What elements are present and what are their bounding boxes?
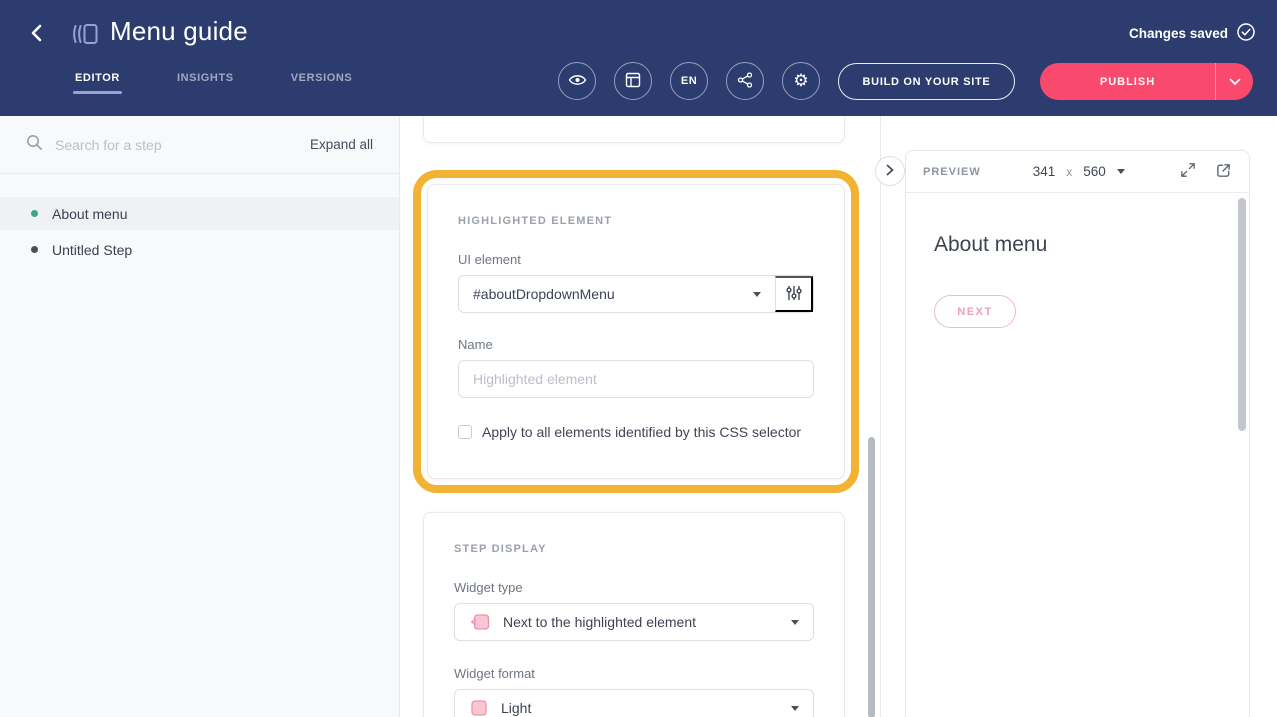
open-in-new-window-button[interactable] xyxy=(1215,162,1232,182)
language-button[interactable]: EN xyxy=(670,62,708,100)
eye-icon xyxy=(568,73,587,90)
widget-type-label: Widget type xyxy=(454,580,814,595)
highlighted-element-card: HIGHLIGHTED ELEMENT UI element #aboutDro… xyxy=(427,184,845,479)
chevron-down-icon xyxy=(1229,73,1241,91)
chevron-left-icon xyxy=(29,23,45,46)
preview-next-button[interactable]: NEXT xyxy=(934,295,1016,328)
external-link-icon xyxy=(1215,162,1232,182)
tab-editor[interactable]: EDITOR xyxy=(75,72,120,94)
page-title: Menu guide xyxy=(110,16,248,47)
publish-split-button: PUBLISH xyxy=(1040,63,1253,100)
back-button[interactable] xyxy=(24,21,50,47)
highlighted-element-name-input[interactable] xyxy=(458,360,814,398)
tab-insights[interactable]: INSIGHTS xyxy=(177,72,234,94)
checkbox-unchecked[interactable] xyxy=(458,425,472,439)
step-search-row: Expand all xyxy=(0,116,399,174)
steps-list: About menu Untitled Step xyxy=(0,197,399,266)
preview-body: About menu NEXT xyxy=(906,193,1249,356)
step-display-card: STEP DISPLAY Widget type Next to the hig… xyxy=(423,512,845,717)
search-icon xyxy=(26,134,43,156)
changes-saved-label: Changes saved xyxy=(1129,26,1228,41)
steps-sidebar: Expand all About menu Untitled Step xyxy=(0,116,400,717)
language-label: EN xyxy=(681,75,697,87)
expand-preview-button[interactable] xyxy=(1180,162,1196,182)
changes-saved-status: Changes saved xyxy=(1129,22,1256,45)
widget-type-value: Next to the highlighted element xyxy=(503,614,791,630)
widget-format-icon xyxy=(469,698,489,717)
step-status-dot xyxy=(31,246,38,253)
layout-button[interactable] xyxy=(614,62,652,100)
publish-button[interactable]: PUBLISH xyxy=(1040,63,1215,100)
ui-element-select[interactable]: #aboutDropdownMenu xyxy=(459,276,775,312)
publish-dropdown-button[interactable] xyxy=(1216,63,1253,100)
widget-format-select[interactable]: Light xyxy=(454,689,814,717)
preview-height-value: 560 xyxy=(1083,164,1106,179)
step-item-about-menu[interactable]: About menu xyxy=(0,197,399,230)
header-icon-buttons: EN ⚙ xyxy=(558,62,820,100)
header-tabs: EDITOR INSIGHTS VERSIONS xyxy=(75,72,409,94)
editor-scrollbar-thumb[interactable] xyxy=(868,437,875,717)
chevron-right-icon xyxy=(886,164,894,179)
preview-step-title: About menu xyxy=(934,233,1221,257)
step-label: About menu xyxy=(52,206,128,222)
preview-eye-button[interactable] xyxy=(558,62,596,100)
ui-element-select-row: #aboutDropdownMenu xyxy=(458,275,814,313)
apply-to-all-label: Apply to all elements identified by this… xyxy=(482,424,801,440)
preview-size-separator: x xyxy=(1066,165,1072,179)
selector-settings-button[interactable] xyxy=(775,276,813,312)
sliders-icon xyxy=(785,284,803,305)
preview-header: PREVIEW 341 x 560 xyxy=(906,151,1249,193)
step-item-untitled-step[interactable]: Untitled Step xyxy=(0,233,399,266)
step-status-dot xyxy=(31,210,38,217)
preview-width-value: 341 xyxy=(1033,164,1056,179)
product-tour-logo-icon xyxy=(70,19,100,49)
step-editor-panel: HIGHLIGHTED ELEMENT UI element #aboutDro… xyxy=(400,116,881,717)
section-title-highlighted-element: HIGHLIGHTED ELEMENT xyxy=(458,215,814,227)
name-label: Name xyxy=(458,337,814,352)
tab-versions[interactable]: VERSIONS xyxy=(291,72,353,94)
ui-element-value: #aboutDropdownMenu xyxy=(473,286,753,302)
preview-scrollbar-thumb[interactable] xyxy=(1238,198,1246,431)
top-header: Menu guide EDITOR INSIGHTS VERSIONS EN xyxy=(0,0,1277,116)
share-icon xyxy=(737,72,753,91)
settings-button[interactable]: ⚙ xyxy=(782,62,820,100)
highlighted-card-outline: HIGHLIGHTED ELEMENT UI element #aboutDro… xyxy=(413,170,859,493)
preview-header-actions xyxy=(1180,162,1232,182)
search-step-input[interactable] xyxy=(55,137,310,153)
ui-element-label: UI element xyxy=(458,252,814,267)
build-on-your-site-button[interactable]: BUILD ON YOUR SITE xyxy=(838,63,1015,100)
section-title-step-display: STEP DISPLAY xyxy=(454,543,814,555)
widget-type-select[interactable]: Next to the highlighted element xyxy=(454,603,814,641)
preview-size-dropdown[interactable]: 341 x 560 xyxy=(1033,164,1125,179)
chevron-down-icon xyxy=(1117,169,1125,174)
expand-all-link[interactable]: Expand all xyxy=(310,137,373,152)
check-circle-icon xyxy=(1236,22,1256,45)
preview-title: PREVIEW xyxy=(923,166,981,178)
diagonal-arrows-icon xyxy=(1180,162,1196,181)
tooltip-bubble-icon xyxy=(469,611,491,633)
chevron-down-icon xyxy=(791,706,799,711)
layout-icon xyxy=(625,72,641,91)
preview-panel: PREVIEW 341 x 560 xyxy=(905,150,1250,717)
step-label: Untitled Step xyxy=(52,242,132,258)
apply-to-all-checkbox-row[interactable]: Apply to all elements identified by this… xyxy=(458,424,814,440)
chevron-down-icon xyxy=(753,292,761,297)
widget-format-value: Light xyxy=(501,700,791,716)
app-window: Menu guide EDITOR INSIGHTS VERSIONS EN xyxy=(0,0,1277,717)
share-button[interactable] xyxy=(726,62,764,100)
chevron-down-icon xyxy=(791,620,799,625)
gear-icon: ⚙ xyxy=(793,73,808,90)
collapse-preview-button[interactable] xyxy=(875,156,905,186)
widget-format-label: Widget format xyxy=(454,666,814,681)
